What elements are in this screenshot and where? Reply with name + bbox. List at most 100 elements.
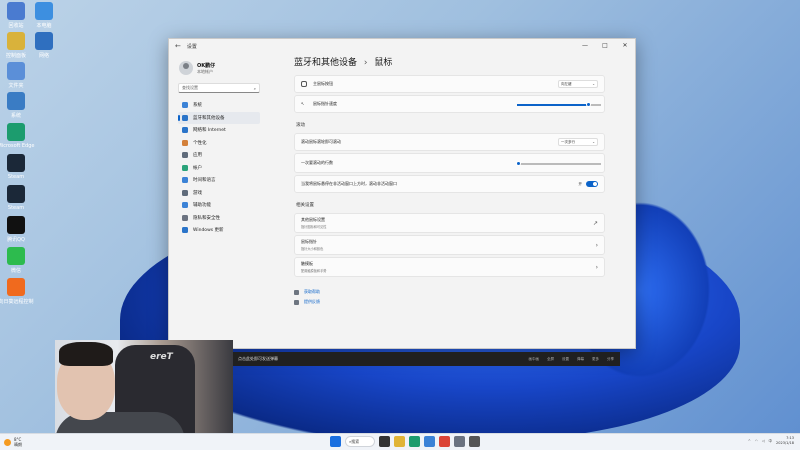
footer-links: 获取帮助 提供反馈 (294, 287, 605, 307)
computer-icon (35, 2, 53, 20)
related-setting-row[interactable]: 其他鼠标设置 指针图标和可见性 ↗ (294, 213, 605, 233)
chrome-icon[interactable] (439, 436, 450, 447)
wechat-icon (7, 247, 25, 265)
breadcrumb: 蓝牙和其他设备 › 鼠标 (294, 55, 605, 69)
player-control[interactable]: 全屏 (547, 357, 554, 362)
sidebar-item-icon (182, 102, 188, 109)
app-icon[interactable] (454, 436, 465, 447)
user-profile[interactable]: OK鹏仔 本地帐户 (174, 61, 264, 75)
inactive-scroll-toggle[interactable] (586, 181, 598, 187)
breadcrumb-parent[interactable]: 蓝牙和其他设备 (294, 58, 357, 68)
related-setting-subtitle: 指针图标和可见性 (301, 225, 327, 229)
pointer-speed-row: ↖ 鼠标指针速度 (294, 95, 605, 113)
sidebar-item-label: 辅助功能 (193, 203, 211, 209)
help-link[interactable]: 获取帮助 (294, 287, 605, 297)
sidebar-item[interactable]: 个性化 (178, 137, 260, 150)
chevron-down-icon: ⌄ (592, 82, 595, 86)
scroll-mode-row: 滚动鼠标滚轮即可滚动 一次多行 ⌄ (294, 133, 605, 151)
desktop-icon-label: 回收站 (8, 23, 24, 29)
player-control[interactable]: 弹幕 (577, 357, 584, 362)
related-setting-row[interactable]: 触摸板 配置触摸板和手势 › (294, 257, 605, 277)
player-control[interactable]: 分享 (607, 357, 614, 362)
edge-icon (7, 123, 25, 141)
sidebar-item-icon (182, 227, 188, 234)
desktop-icon-label: 向日葵远程控制 (0, 299, 34, 305)
feedback-link[interactable]: 提供反馈 (294, 297, 605, 307)
desktop-icon[interactable]: 网络 (30, 32, 58, 70)
explorer-icon[interactable] (394, 436, 405, 447)
main-content: 蓝牙和其他设备 › 鼠标 主鼠标按钮 向左键 ⌄ ↖ 鼠标指针速度 滚动 滚动鼠… (294, 53, 605, 348)
danmaku-input-hint[interactable]: 点击此处即可发送弹幕 (238, 356, 278, 362)
desktop-icon-label: Steam (7, 174, 25, 180)
input-language[interactable]: 中 (769, 439, 773, 444)
sidebar-item[interactable]: 时间和语言 (178, 174, 260, 187)
sidebar-item[interactable]: 帐户 (178, 162, 260, 175)
sidebar-item-label: 系统 (193, 103, 202, 109)
sidebar-item[interactable]: 网络和 Internet (178, 124, 260, 137)
back-arrow-icon[interactable]: ← (175, 42, 181, 50)
sidebar-item-icon (182, 114, 188, 121)
volume-icon[interactable]: ◁ (762, 439, 765, 443)
sidebar-item-icon (182, 127, 188, 134)
maximize-button[interactable]: □ (595, 39, 615, 51)
store-icon[interactable] (424, 436, 435, 447)
weather-widget[interactable]: 8°C 晴朗 (4, 437, 22, 448)
related-setting-row[interactable]: 鼠标指针 指针大小和颜色 › (294, 235, 605, 255)
related-setting-text: 触摸板 配置触摸板和手势 (301, 261, 596, 273)
chevron-up-icon[interactable]: ^ (748, 439, 751, 443)
desktop-icon-label: 网络 (38, 53, 49, 59)
taskbar-search-label: 搜索 (351, 438, 360, 444)
chevron-right-icon: › (595, 241, 598, 249)
start-icon[interactable] (330, 436, 341, 447)
player-control[interactable]: 更多 (592, 357, 599, 362)
help-icon (294, 289, 299, 295)
taskbar-search[interactable]: ⌕ 搜索 (345, 436, 375, 447)
settings-icon[interactable] (469, 436, 480, 447)
desktop-icon-label: 腾讯QQ (7, 237, 25, 243)
inactive-scroll-label: 当我将鼠标悬停在非活动窗口上方时，滚动非活动窗口 (301, 181, 397, 186)
player-control[interactable]: 画中画 (529, 357, 540, 362)
mouse-icon (301, 81, 307, 87)
sidebar-item-icon (182, 177, 188, 184)
user-account-type: 本地帐户 (197, 68, 213, 74)
scroll-mode-select[interactable]: 一次多行 ⌄ (558, 138, 598, 146)
close-button[interactable]: ✕ (615, 39, 635, 51)
pointer-icon: ↖ (301, 101, 305, 106)
related-setting-text: 鼠标指针 指针大小和颜色 (301, 239, 596, 251)
search-icon: ⌕ (253, 85, 256, 91)
desktop-icon-label: 控制面板 (5, 53, 26, 59)
slider-thumb[interactable] (585, 102, 591, 107)
steam-icon (7, 185, 25, 203)
sidebar-item-label: 网络和 Internet (193, 128, 226, 134)
sidebar-item[interactable]: 应用 (178, 149, 260, 162)
breadcrumb-separator: › (363, 58, 368, 68)
sidebar-item[interactable]: 系统 (178, 99, 260, 112)
scroll-lines-slider[interactable] (516, 161, 601, 166)
edge-icon[interactable] (409, 436, 420, 447)
primary-button-select[interactable]: 向左键 ⌄ (558, 80, 598, 88)
sidebar-item[interactable]: 游戏 (178, 187, 260, 200)
sidebar-item[interactable]: 蓝牙和其他设备 (178, 111, 260, 124)
sidebar-item[interactable]: 辅助功能 (178, 199, 260, 212)
sidebar-item[interactable]: 隐私和安全性 (178, 212, 260, 225)
desktop-icon[interactable]: 向日葵远程控制 (0, 278, 34, 316)
player-control[interactable]: 设置 (562, 357, 569, 362)
minimize-button[interactable]: — (575, 39, 595, 51)
avatar (179, 61, 193, 75)
settings-search-input[interactable]: 查找设置 ⌕ (178, 83, 260, 93)
wifi-icon[interactable]: ◠ (755, 439, 758, 443)
taskview-icon[interactable] (379, 436, 390, 447)
sidebar-item-label: 游戏 (193, 190, 202, 196)
primary-button-row: 主鼠标按钮 向左键 ⌄ (294, 75, 605, 93)
clock[interactable]: 7:13 2023/1/18 (776, 436, 794, 446)
window-controls: — □ ✕ (575, 39, 635, 51)
qq-icon (7, 216, 25, 234)
desktop-icon-label: 微信 (10, 268, 21, 274)
steam-icon (7, 154, 25, 172)
pointer-speed-slider[interactable] (517, 102, 601, 107)
scroll-lines-row: 一次要滚动的行数 (294, 153, 605, 173)
related-setting-subtitle: 指针大小和颜色 (301, 247, 324, 251)
sidebar: OK鹏仔 本地帐户 查找设置 ⌕ 系统蓝牙和其他设备网络和 Internet 个性… (169, 53, 269, 348)
related-settings: 其他鼠标设置 指针图标和可见性 ↗ 鼠标指针 指针大小和颜色 › 触摸板 配置触摸板和手势 › (294, 213, 605, 277)
sidebar-item[interactable]: Windows 更新 (178, 224, 260, 237)
